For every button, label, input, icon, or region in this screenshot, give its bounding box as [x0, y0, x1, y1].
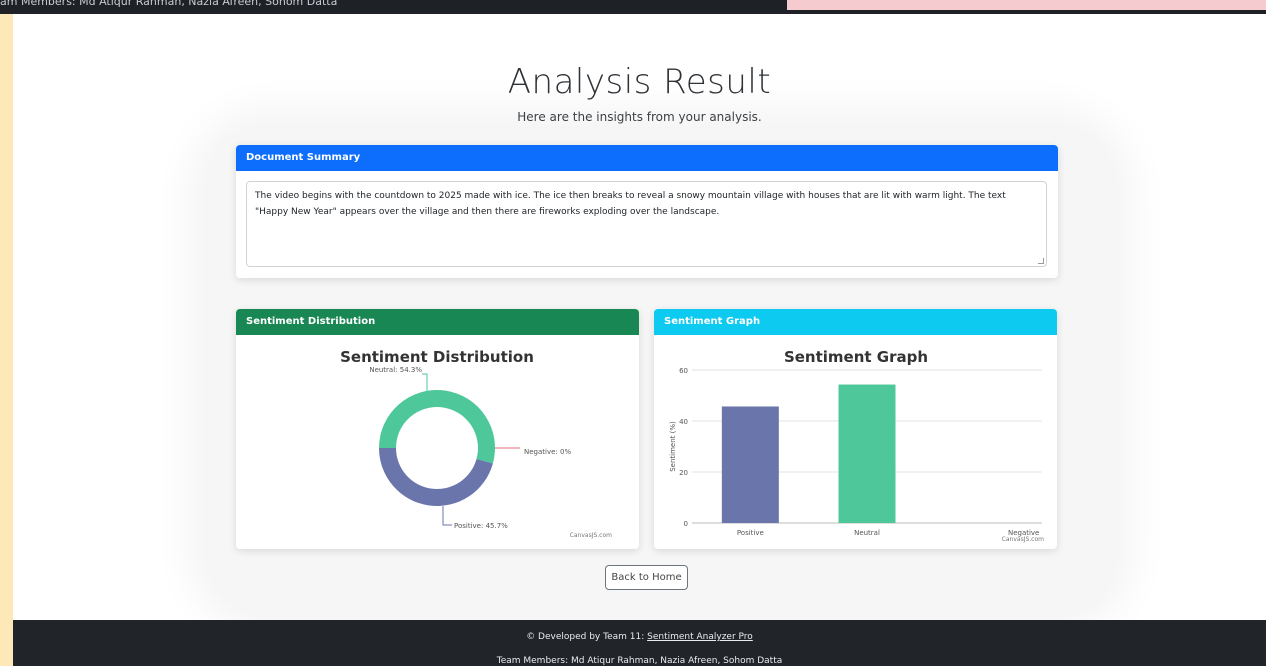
- pie-label-neutral: Neutral: 54.3%: [369, 366, 422, 374]
- pie-slice-positive[interactable]: [379, 448, 493, 506]
- top-strip: am Members: Md Atiqur Rahman, Nazia Afre…: [0, 0, 1266, 14]
- pie-slice-neutral[interactable]: [379, 389, 495, 464]
- sentiment-graph-header: Sentiment Graph: [654, 309, 1057, 335]
- sentiment-distribution-chart: Sentiment Distribution CanvasJS.com Neut…: [340, 348, 612, 539]
- summary-textarea[interactable]: The video begins with the countdown to 2…: [246, 181, 1047, 267]
- top-team-text: am Members: Md Atiqur Rahman, Nazia Afre…: [0, 0, 338, 8]
- bar-xtick-positive: Positive: [737, 529, 764, 537]
- footer-dev-prefix: © Developed by Team 11:: [526, 632, 648, 642]
- pie-leader-neutral: [422, 373, 428, 393]
- page-subtitle: Here are the insights from your analysis…: [517, 110, 762, 124]
- bar-ylabel: Sentiment (%): [669, 421, 677, 472]
- pie-label-negative: Negative: 0%: [524, 448, 571, 456]
- sentiment-graph-card: Sentiment Graph Sentiment Graph CanvasJS…: [654, 309, 1057, 549]
- footer-dev-line: © Developed by Team 11: Sentiment Analyz…: [13, 632, 1266, 642]
- document-summary-header: Document Summary: [236, 145, 1058, 171]
- bar-positive[interactable]: [721, 406, 779, 523]
- sentiment-distribution-card: Sentiment Distribution Sentiment Distrib…: [236, 309, 639, 549]
- page-title: Analysis Result: [507, 62, 772, 102]
- bar-ytick-label: 0: [684, 520, 688, 528]
- pie-label-positive: Positive: 45.7%: [454, 522, 508, 530]
- bar-ytick-label: 60: [679, 367, 688, 375]
- document-summary-card: Document Summary The video begins with t…: [236, 145, 1058, 278]
- bar-credit: CanvasJS.com: [1002, 536, 1044, 543]
- resize-handle-icon[interactable]: [1038, 258, 1044, 264]
- footer: © Developed by Team 11: Sentiment Analyz…: [13, 620, 1266, 666]
- pie-credit: CanvasJS.com: [570, 532, 612, 539]
- pie-chart-title: Sentiment Distribution: [340, 348, 534, 366]
- main-page: Analysis Result Here are the insights fr…: [13, 14, 1266, 620]
- footer-team-line: Team Members: Md Atiqur Rahman, Nazia Af…: [496, 656, 783, 666]
- bar-ytick-label: 20: [679, 469, 688, 477]
- back-to-home-button[interactable]: Back to Home: [605, 565, 688, 590]
- bar-chart-title: Sentiment Graph: [784, 348, 928, 366]
- pie-leader-positive: [442, 506, 452, 526]
- bar-xtick-negative: Negative: [1008, 529, 1039, 537]
- bar-xtick-neutral: Neutral: [854, 529, 880, 537]
- sentiment-graph-chart: Sentiment Graph CanvasJS.com 0 20 40 60 Sent…: [669, 348, 1044, 543]
- top-decoration: [787, 0, 1266, 10]
- bar-neutral[interactable]: [838, 384, 896, 523]
- sentiment-distribution-header: Sentiment Distribution: [236, 309, 639, 335]
- bar-ytick-label: 40: [679, 418, 688, 426]
- footer-project-link[interactable]: Sentiment Analyzer Pro: [647, 632, 753, 642]
